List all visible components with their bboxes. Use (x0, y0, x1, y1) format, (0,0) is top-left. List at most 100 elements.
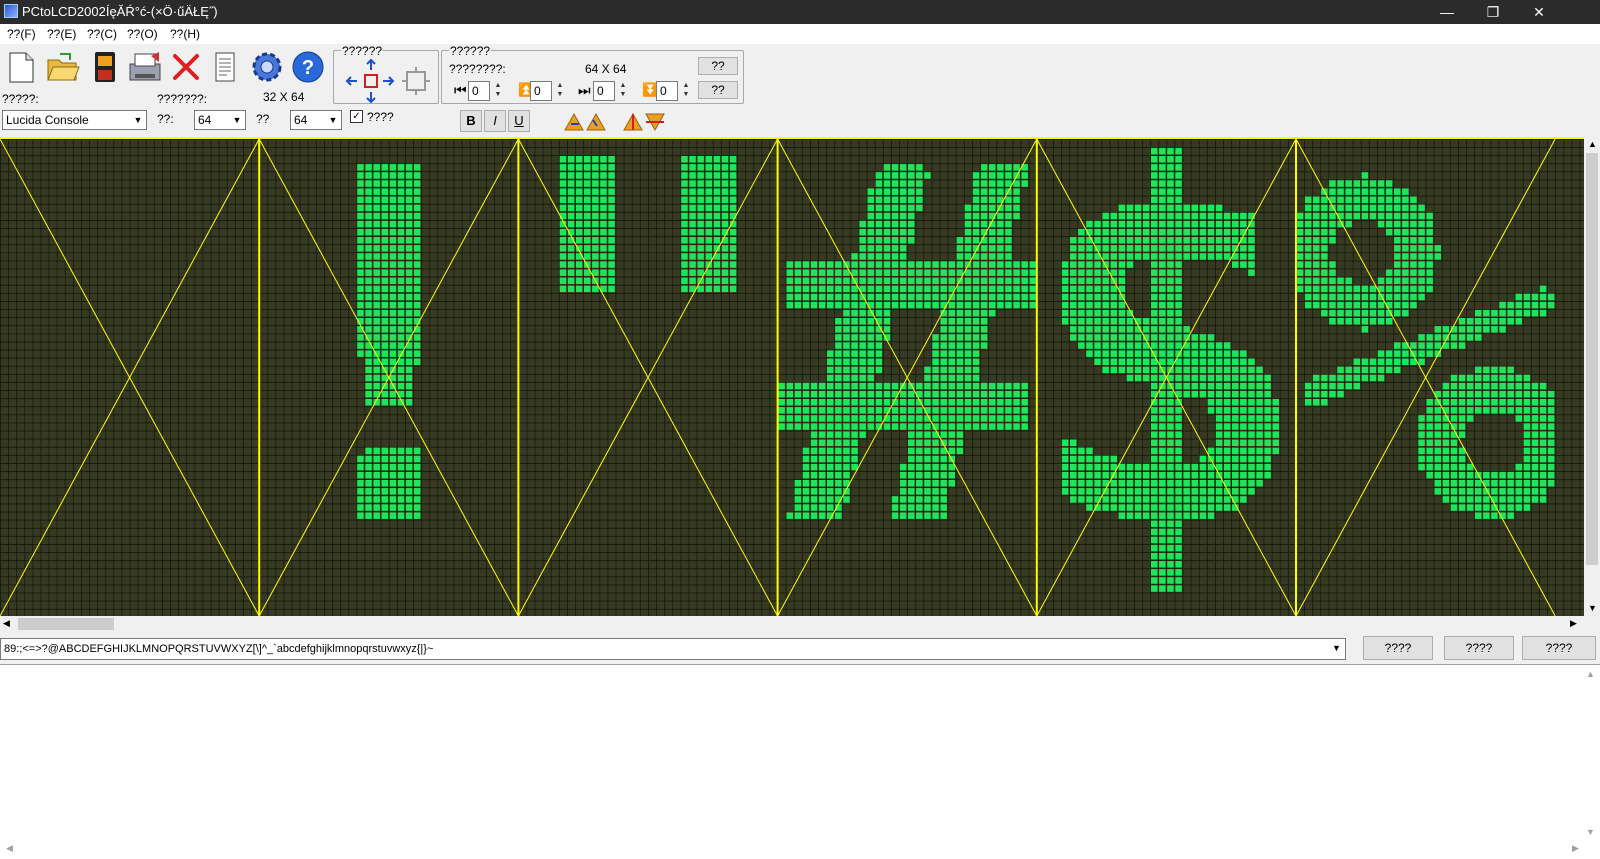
horizontal-scroll-thumb[interactable] (18, 618, 114, 630)
export-icon[interactable] (127, 48, 163, 86)
save-icon[interactable] (87, 48, 123, 86)
lcd-pixel (867, 245, 874, 252)
close-button[interactable]: ✕ (1516, 0, 1562, 24)
scroll-up-icon[interactable]: ▲ (1588, 139, 1597, 149)
lcd-pixel (1248, 269, 1255, 276)
output-scroll-right-icon[interactable]: ▶ (1572, 843, 1579, 854)
menu-file[interactable]: ??(F) (7, 27, 36, 41)
lcd-pixel (389, 318, 397, 325)
offset-button-1[interactable]: ?? (698, 57, 738, 75)
top-offset-spinner[interactable]: ▲ ▼ (553, 81, 567, 101)
lcd-pixel (802, 269, 810, 276)
checkbox[interactable]: ✓ (350, 110, 363, 123)
copy-output-button[interactable]: ???? (1522, 636, 1596, 660)
horizontal-scrollbar[interactable]: ◀ ▶ (0, 616, 1584, 632)
lcd-pixel (1207, 447, 1215, 455)
scroll-down-icon[interactable]: ▼ (1588, 603, 1597, 613)
scroll-left-icon[interactable]: ◀ (3, 618, 10, 629)
lcd-pixel (1531, 423, 1539, 430)
lcd-pixel (851, 293, 858, 301)
right-offset-input[interactable]: 0 (593, 81, 615, 101)
char-input-dropdown[interactable]: ▼ (1328, 638, 1346, 660)
open-folder-icon[interactable] (45, 48, 81, 86)
lcd-pixel (1191, 204, 1198, 212)
lcd-pixel (1005, 196, 1012, 203)
output-scroll-left-icon[interactable]: ◀ (6, 843, 13, 854)
document-icon[interactable] (207, 48, 243, 86)
italic-button[interactable]: I (484, 110, 506, 132)
lcd-pixel (883, 277, 891, 284)
left-offset-spinner[interactable]: ▲ ▼ (491, 81, 505, 101)
vertical-scroll-thumb[interactable] (1586, 153, 1598, 565)
lcd-pixel (1442, 455, 1450, 463)
lcd-pixel (1134, 374, 1142, 382)
menu-char[interactable]: ??(C) (87, 27, 117, 41)
lcd-pixel (1248, 431, 1255, 438)
menu-options[interactable]: ??(O) (127, 27, 158, 41)
menu-edit[interactable]: ??(E) (47, 27, 76, 41)
lcd-pixel (1491, 488, 1498, 495)
chevron-down-icon[interactable]: ▼ (229, 111, 245, 129)
lcd-pixel (1450, 463, 1458, 471)
underline-button[interactable]: U (508, 110, 530, 132)
lcd-pixel (1232, 399, 1239, 406)
output-scroll-up-icon[interactable]: ▲ (1586, 669, 1595, 679)
bottom-offset-input[interactable]: 0 (656, 81, 678, 101)
right-offset-spinner[interactable]: ▲ ▼ (616, 81, 630, 101)
lcd-pixel (1264, 471, 1271, 479)
lcd-pixel (948, 309, 955, 317)
center-icon[interactable] (401, 66, 431, 99)
scroll-right-icon[interactable]: ▶ (1570, 618, 1577, 629)
lcd-pixel (1475, 504, 1482, 511)
menu-help[interactable]: ??(H) (170, 27, 200, 41)
generate-button[interactable]: ???? (1363, 636, 1433, 660)
chevron-down-icon[interactable]: ▼ (1328, 639, 1345, 657)
help-icon[interactable]: ? (290, 48, 326, 86)
save-output-button[interactable]: ???? (1444, 636, 1514, 660)
lcd-preview[interactable] (0, 137, 1584, 616)
lcd-pixel (964, 423, 972, 430)
chevron-down-icon[interactable]: ▼ (130, 111, 146, 129)
output-scroll-down-icon[interactable]: ▼ (1586, 827, 1595, 837)
bold-button[interactable]: B (460, 110, 482, 132)
mirror-icon[interactable] (622, 110, 666, 135)
rotate-left-icon[interactable] (563, 110, 607, 135)
lcd-pixel (810, 301, 818, 309)
new-file-icon[interactable] (3, 48, 39, 86)
lcd-pixel (1118, 237, 1126, 244)
lcd-pixel (916, 188, 923, 195)
lcd-pixel (1507, 374, 1514, 382)
lcd-pixel (389, 293, 397, 301)
minimize-button[interactable]: — (1424, 0, 1470, 24)
lcd-pixel (1207, 382, 1215, 390)
top-offset-input[interactable]: 0 (530, 81, 552, 101)
offset-button-2[interactable]: ?? (698, 81, 738, 99)
lcd-pixel (1005, 204, 1012, 212)
settings-gear-icon[interactable] (249, 48, 285, 86)
char-input-select[interactable]: 89:;<=>?@ABCDEFGHIJKLMNOPQRSTUVWXYZ[\]^_… (0, 638, 1346, 660)
lcd-pixel (397, 374, 405, 382)
chevron-down-icon[interactable]: ▼ (325, 111, 341, 129)
lcd-pixel (972, 415, 980, 422)
delete-icon[interactable] (168, 48, 204, 86)
move-arrows-icon[interactable] (345, 58, 395, 107)
restore-button[interactable]: ❐ (1470, 0, 1516, 24)
left-offset-input[interactable]: 0 (468, 81, 490, 101)
left-align-icon[interactable]: ⏮ (454, 82, 467, 99)
output-textarea[interactable]: ▲ ▼ ◀ ▶ (0, 664, 1600, 859)
width-select[interactable]: 64 ▼ (194, 110, 246, 130)
lcd-pixel (1021, 293, 1028, 301)
lcd-pixel (705, 220, 712, 228)
lcd-pixel (721, 253, 729, 260)
lcd-pixel (1207, 350, 1215, 357)
lcd-pixel (1175, 269, 1182, 276)
bottom-offset-spinner[interactable]: ▲ ▼ (679, 81, 693, 101)
lcd-pixel (389, 188, 397, 195)
height-select[interactable]: 64 ▼ (290, 110, 342, 130)
vertical-scrollbar[interactable]: ▲ ▼ (1584, 137, 1600, 616)
lcd-canvas[interactable] (0, 139, 1584, 616)
font-select[interactable]: Lucida Console ▼ (2, 110, 147, 130)
right-align-icon[interactable]: ⏭ (578, 82, 591, 99)
lcd-pixel (1248, 488, 1255, 495)
lcd-pixel (827, 407, 834, 414)
